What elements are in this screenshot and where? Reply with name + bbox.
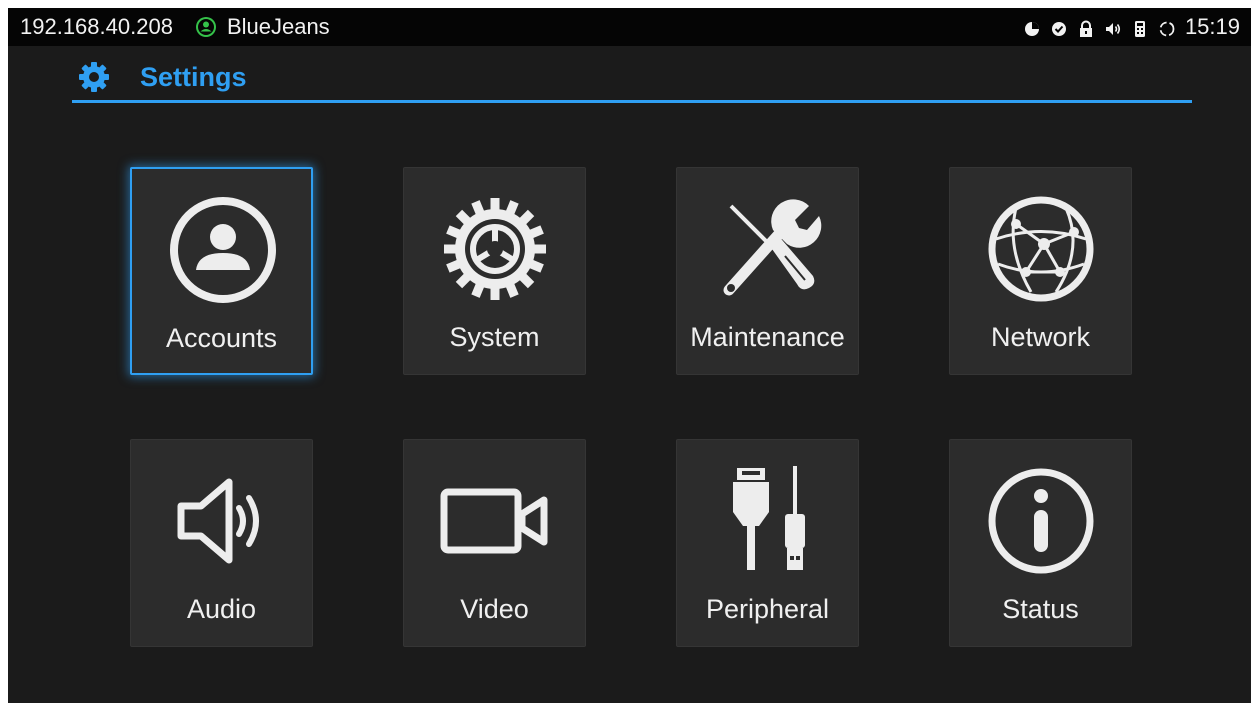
- video-camera-icon: [440, 466, 550, 576]
- tile-label: Status: [1002, 594, 1079, 624]
- gear-icon: [440, 194, 550, 304]
- globe-icon: [986, 194, 1096, 304]
- tile-network[interactable]: Network: [949, 167, 1132, 375]
- settings-gear-icon: [78, 61, 110, 93]
- tile-label: System: [449, 322, 540, 352]
- tile-status[interactable]: Status: [949, 439, 1132, 647]
- settings-header: Settings: [72, 56, 1192, 106]
- ip-address: 192.168.40.208: [20, 14, 173, 39]
- tools-icon: [713, 194, 823, 304]
- tile-video[interactable]: Video: [403, 439, 586, 647]
- account-name: BlueJeans: [226, 14, 330, 39]
- settings-screen: 192.168.40.208 BlueJeans 15:19 Settings …: [8, 8, 1251, 703]
- shield-check-icon: [1050, 18, 1068, 36]
- tile-peripheral[interactable]: Peripheral: [676, 439, 859, 647]
- info-icon: [986, 466, 1096, 576]
- tile-label: Network: [990, 322, 1091, 352]
- account-status-icon: [195, 16, 217, 38]
- tile-label: Maintenance: [690, 322, 845, 352]
- tile-accounts[interactable]: Accounts: [130, 167, 313, 375]
- tile-label: Peripheral: [705, 594, 830, 624]
- pie-icon: [1023, 18, 1041, 36]
- tile-system[interactable]: System: [403, 167, 586, 375]
- tile-audio[interactable]: Audio: [130, 439, 313, 647]
- volume-icon: [1104, 18, 1122, 36]
- tile-label: Accounts: [165, 323, 278, 353]
- status-bar: 192.168.40.208 BlueJeans 15:19: [8, 8, 1251, 46]
- remote-icon: [1131, 18, 1149, 37]
- sync-icon: [1158, 18, 1176, 37]
- account-icon: [168, 195, 278, 305]
- tile-maintenance[interactable]: Maintenance: [676, 167, 859, 375]
- lock-icon: [1077, 18, 1095, 37]
- connector-icon: [713, 466, 823, 576]
- speaker-icon: [167, 466, 277, 576]
- tile-label: Audio: [186, 594, 257, 624]
- clock: 15:19: [1184, 14, 1240, 39]
- page-title: Settings: [140, 62, 247, 92]
- header-divider: [72, 100, 1192, 103]
- tile-label: Video: [460, 594, 529, 624]
